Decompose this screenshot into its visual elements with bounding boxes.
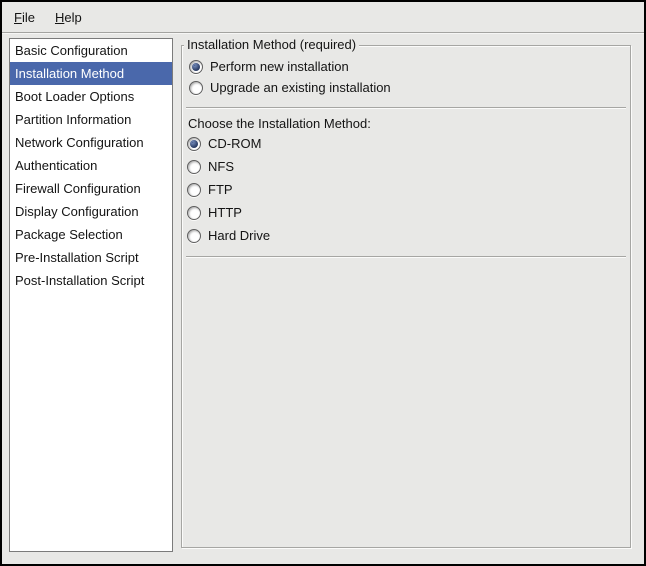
- sidebar-item[interactable]: Pre-Installation Script: [10, 246, 172, 269]
- radio-option[interactable]: CD-ROM: [182, 132, 630, 155]
- sidebar-item[interactable]: Boot Loader Options: [10, 85, 172, 108]
- radio-option-label: FTP: [208, 182, 233, 197]
- radio-button-icon[interactable]: [187, 160, 201, 174]
- menubar: File Help: [2, 2, 644, 33]
- menu-item[interactable]: File: [4, 2, 45, 32]
- radio-button-icon[interactable]: [189, 81, 203, 95]
- radio-option[interactable]: HTTP: [182, 201, 630, 224]
- sidebar-item[interactable]: Package Selection: [10, 223, 172, 246]
- radio-option[interactable]: Perform new installation: [182, 56, 630, 77]
- group-title: Installation Method (required): [184, 37, 359, 53]
- sidebar-item[interactable]: Installation Method: [10, 62, 172, 85]
- radio-option-label: CD-ROM: [208, 136, 261, 151]
- radio-option-label: Perform new installation: [210, 59, 349, 74]
- radio-option[interactable]: FTP: [182, 178, 630, 201]
- radio-option-label: NFS: [208, 159, 234, 174]
- sidebar-item[interactable]: Firewall Configuration: [10, 177, 172, 200]
- radio-option-label: Upgrade an existing installation: [210, 80, 391, 95]
- radio-option-label: HTTP: [208, 205, 242, 220]
- radio-option[interactable]: NFS: [182, 155, 630, 178]
- radio-button-icon[interactable]: [187, 229, 201, 243]
- sidebar-item[interactable]: Network Configuration: [10, 131, 172, 154]
- radio-button-icon[interactable]: [187, 183, 201, 197]
- sidebar-item[interactable]: Partition Information: [10, 108, 172, 131]
- method-options: CD-ROM NFS FTP HTTP: [182, 132, 630, 247]
- radio-option-label: Hard Drive: [208, 228, 270, 243]
- installation-method-group: Installation Method (required) Perform n…: [181, 45, 631, 548]
- radio-option[interactable]: Upgrade an existing installation: [182, 77, 630, 98]
- sidebar-item[interactable]: Authentication: [10, 154, 172, 177]
- separator: [186, 256, 626, 258]
- sidebar-item[interactable]: Post-Installation Script: [10, 269, 172, 292]
- menu-item[interactable]: Help: [45, 2, 92, 32]
- sidebar-section-list[interactable]: Basic Configuration Installation Method …: [9, 38, 173, 552]
- sidebar-item[interactable]: Display Configuration: [10, 200, 172, 223]
- radio-button-icon[interactable]: [189, 60, 203, 74]
- separator: [186, 107, 626, 109]
- radio-button-icon[interactable]: [187, 206, 201, 220]
- install-type-options: Perform new installation Upgrade an exis…: [182, 56, 630, 98]
- kickstart-configurator-window: File Help Basic Configuration Installati…: [0, 0, 646, 566]
- sidebar-item[interactable]: Basic Configuration: [10, 39, 172, 62]
- radio-button-icon[interactable]: [187, 137, 201, 151]
- radio-option[interactable]: Hard Drive: [182, 224, 630, 247]
- method-section-label: Choose the Installation Method:: [188, 116, 630, 132]
